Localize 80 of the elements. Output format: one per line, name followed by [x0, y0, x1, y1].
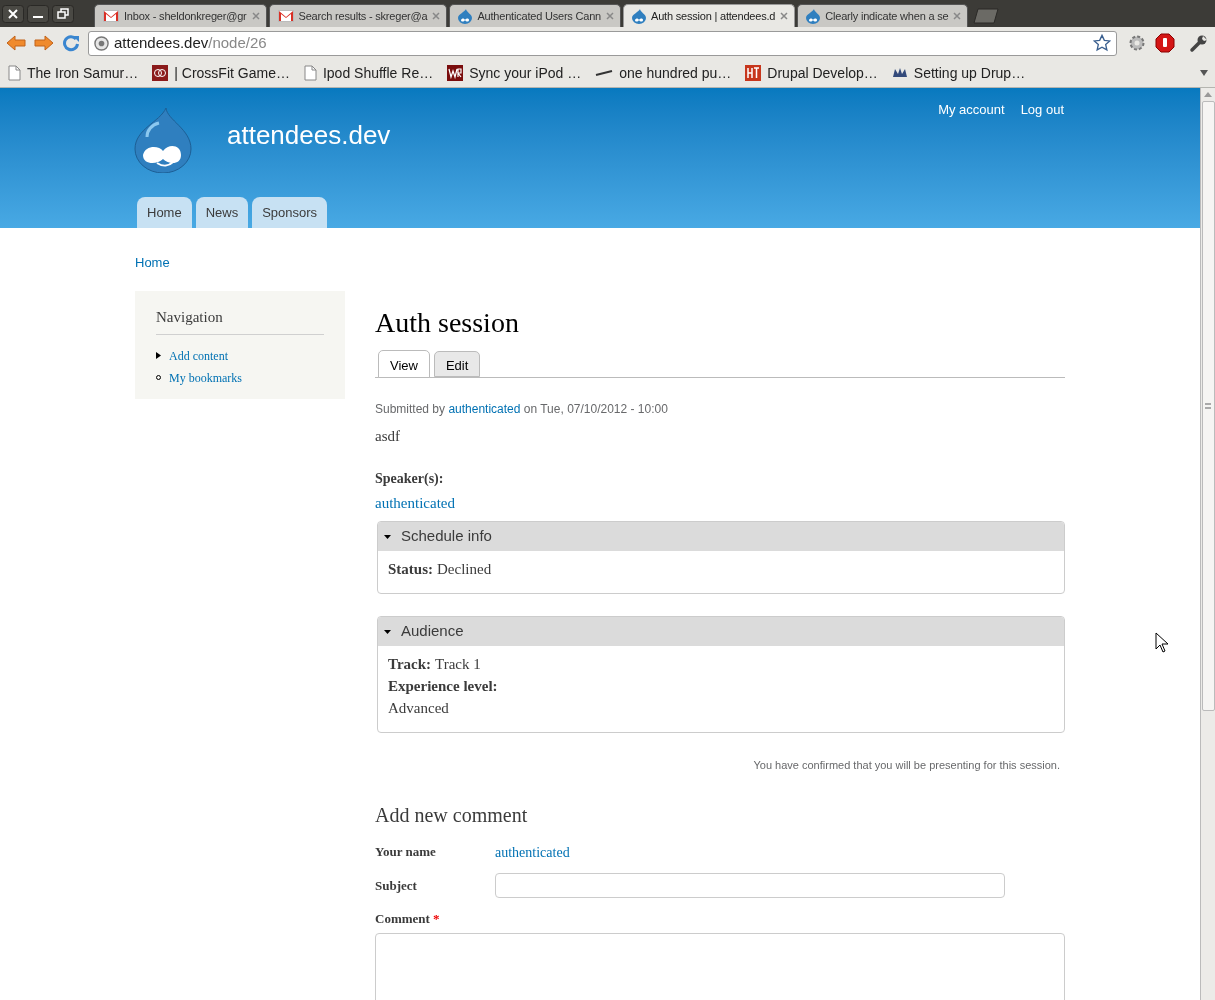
section-heading: Add new comment — [375, 802, 529, 828]
body-text: asdf — [375, 427, 401, 446]
local-tab[interactable]: View — [378, 350, 430, 378]
stop-icon[interactable] — [1155, 33, 1175, 53]
bookmark[interactable]: Ipod Shuffle Re… — [303, 62, 434, 84]
main-menu-tab[interactable]: Sponsors — [252, 197, 328, 228]
drop-icon — [632, 8, 646, 24]
gear-icon[interactable] — [1127, 33, 1147, 53]
form-label: Subject — [375, 876, 418, 895]
subject-field[interactable] — [495, 872, 1005, 898]
nav-link[interactable]: My bookmarks — [169, 368, 242, 387]
main-menu-tab[interactable]: News — [195, 197, 249, 228]
drupal-logo[interactable] — [133, 107, 193, 173]
form-label: Comment — [375, 909, 430, 928]
field-label: Status: — [388, 560, 433, 579]
restore-icon[interactable] — [52, 4, 74, 23]
browser-tab[interactable]: Clearly indicate when a se — [797, 4, 969, 27]
drop-icon — [806, 8, 821, 24]
globe-icon — [94, 35, 109, 51]
caret-icon — [384, 629, 391, 634]
close-icon[interactable] — [2, 4, 24, 23]
browser-tab[interactable]: Search results - skreger@a — [268, 4, 448, 27]
field-value: Track 1 — [435, 655, 481, 674]
crown-icon — [891, 67, 908, 79]
caret-icon — [384, 534, 391, 539]
block-title: Navigation — [156, 306, 324, 335]
fieldset-legend[interactable]: Audience — [378, 617, 1064, 646]
page-icon — [303, 65, 317, 81]
fieldset-legend[interactable]: Schedule info — [378, 522, 1064, 551]
breadcrumb-link[interactable]: Home — [135, 255, 170, 270]
bookmark[interactable]: The Iron Samur… — [8, 62, 139, 84]
square-icon — [745, 65, 762, 81]
envelope-icon — [277, 10, 294, 22]
drop-icon — [458, 8, 473, 24]
star-icon[interactable] — [1093, 34, 1111, 52]
name-link[interactable]: authenticated — [495, 841, 570, 863]
rings-icon — [152, 65, 169, 81]
page-icon — [8, 65, 21, 81]
address-bar[interactable]: attendees.dev/node/26 — [88, 30, 1117, 56]
url-text: attendees.dev/node/26 — [114, 32, 268, 53]
page-title: Auth session — [375, 306, 520, 340]
site-name[interactable]: attendees.dev — [227, 115, 391, 155]
bar-icon — [595, 69, 614, 77]
nav-link[interactable]: Add content — [169, 346, 228, 365]
new-tab-icon[interactable] — [972, 8, 1001, 24]
form-label: Your name — [375, 843, 437, 862]
reload-icon[interactable] — [62, 34, 80, 52]
user-menu-link[interactable]: My account — [938, 100, 1005, 120]
field-label: Track: — [388, 655, 432, 674]
bookmark[interactable]: | CrossFit Game… — [152, 62, 290, 84]
chevron-icon[interactable] — [1199, 69, 1209, 77]
browser-tab[interactable]: Auth session | attendees.d — [623, 4, 796, 27]
wrench-icon[interactable] — [1189, 33, 1209, 53]
cursor-icon — [1155, 632, 1169, 653]
browser-tab[interactable]: Inbox - sheldonkreger@gr — [94, 4, 267, 27]
bookmark[interactable]: Setting up Drup… — [891, 62, 1026, 84]
scrollbar-thumb[interactable] — [1201, 101, 1215, 711]
main-menu-tab[interactable]: Home — [137, 197, 192, 228]
forward-icon[interactable] — [34, 34, 54, 52]
square-icon — [447, 65, 464, 81]
author-link[interactable]: authenticated — [448, 402, 521, 416]
grip-icon — [1205, 403, 1211, 409]
envelope-icon — [103, 10, 119, 22]
notice-text: You have confirmed that you will be presenting for this session. — [752, 758, 1061, 773]
bookmark[interactable]: Drupal Develop… — [745, 62, 878, 84]
submitted-line: Submitted by authenticated on Tue, 07/10/2012 - 10:00 — [375, 401, 669, 418]
field-label: Experience level: — [388, 678, 498, 694]
back-icon[interactable] — [6, 34, 26, 52]
user-menu-link[interactable]: Log out — [1020, 100, 1064, 120]
field-label: Speaker(s): — [375, 469, 445, 488]
bookmark[interactable]: Sync your iPod … — [447, 62, 582, 84]
browser-tab[interactable]: Authenticated Users Cann — [449, 4, 621, 27]
required-mark: * — [432, 909, 440, 928]
minimize-icon[interactable] — [27, 4, 49, 23]
speaker-link[interactable]: authenticated — [375, 491, 1065, 514]
bookmark[interactable]: one hundred pu… — [595, 62, 732, 84]
field-value: Advanced — [388, 700, 449, 716]
scrollbar[interactable] — [1200, 88, 1215, 1000]
local-tab[interactable]: Edit — [433, 351, 481, 377]
field-value: Declined — [437, 560, 492, 579]
